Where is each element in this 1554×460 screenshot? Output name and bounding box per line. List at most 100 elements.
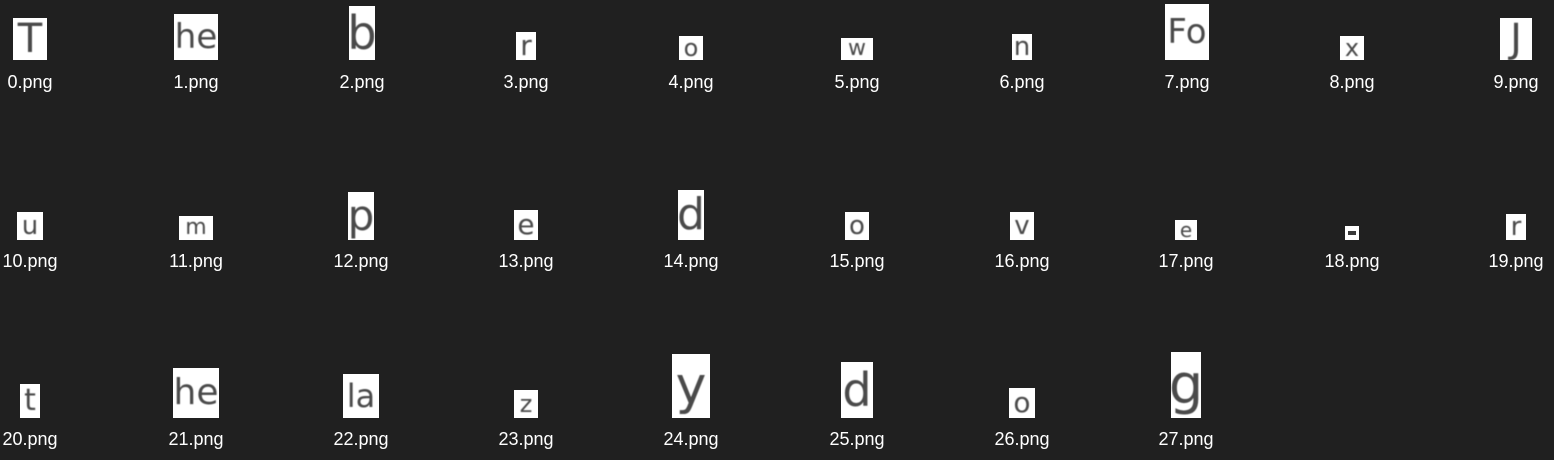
file-name: 0.png bbox=[7, 72, 53, 92]
file-item-11[interactable]: m 11.png bbox=[126, 180, 266, 280]
file-name: 9.png bbox=[1493, 72, 1539, 92]
handwritten-letter: y bbox=[675, 356, 707, 416]
handwritten-letter: e bbox=[517, 210, 535, 240]
image-thumbnail: J bbox=[1500, 18, 1532, 60]
file-name: 6.png bbox=[999, 72, 1045, 92]
file-item-3[interactable]: r 3.png bbox=[456, 0, 596, 100]
file-name: 22.png bbox=[333, 429, 389, 449]
file-item-19[interactable]: r 19.png bbox=[1446, 180, 1554, 280]
image-thumbnail: d bbox=[678, 190, 704, 240]
file-item-26[interactable]: o 26.png bbox=[952, 358, 1092, 458]
handwritten-letter: o bbox=[849, 212, 865, 240]
handwritten-letter: he bbox=[174, 17, 218, 57]
image-thumbnail: T bbox=[13, 18, 47, 60]
file-item-5[interactable]: w 5.png bbox=[787, 0, 927, 100]
handwritten-letter: n bbox=[1013, 34, 1031, 60]
image-thumbnail: y bbox=[672, 354, 710, 418]
file-item-9[interactable]: J 9.png bbox=[1446, 0, 1554, 100]
image-thumbnail: w bbox=[841, 38, 873, 60]
file-name: 23.png bbox=[498, 429, 554, 449]
handwritten-letter: r bbox=[1510, 214, 1522, 240]
image-thumbnail: b bbox=[349, 6, 375, 60]
file-name: 8.png bbox=[1329, 72, 1375, 92]
image-thumbnail: x bbox=[1340, 36, 1364, 60]
image-thumbnail: o bbox=[679, 36, 703, 60]
handwritten-letter: p bbox=[348, 192, 374, 240]
file-item-7[interactable]: Fo 7.png bbox=[1117, 0, 1257, 100]
handwritten-letter: v bbox=[1014, 212, 1030, 240]
file-item-12[interactable]: p 12.png bbox=[291, 180, 431, 280]
file-name: 25.png bbox=[829, 429, 885, 449]
file-item-18[interactable]: 18.png bbox=[1282, 180, 1422, 280]
file-item-13[interactable]: e 13.png bbox=[456, 180, 596, 280]
file-item-21[interactable]: he 21.png bbox=[126, 358, 266, 458]
image-thumbnail: n bbox=[1012, 34, 1032, 60]
file-name: 12.png bbox=[333, 251, 389, 271]
file-name: 15.png bbox=[829, 251, 885, 271]
file-item-0[interactable]: T 0.png bbox=[0, 0, 100, 100]
handwritten-letter: r bbox=[520, 32, 532, 60]
file-name: 14.png bbox=[663, 251, 719, 271]
dash-mark bbox=[1348, 231, 1356, 235]
file-item-6[interactable]: n 6.png bbox=[952, 0, 1092, 100]
file-name: 26.png bbox=[994, 429, 1050, 449]
handwritten-letter: d bbox=[842, 363, 872, 417]
file-name: 2.png bbox=[339, 72, 385, 92]
handwritten-letter: o bbox=[683, 36, 699, 60]
file-item-27[interactable]: g 27.png bbox=[1116, 352, 1256, 458]
handwritten-letter: b bbox=[349, 6, 375, 60]
handwritten-letter: m bbox=[185, 216, 207, 240]
handwritten-letter: e bbox=[1179, 220, 1193, 240]
file-item-16[interactable]: v 16.png bbox=[952, 180, 1092, 280]
image-thumbnail: la bbox=[343, 374, 379, 418]
file-grid-view: T 0.png he 1.png b 2.png r 3.png o 4.png… bbox=[0, 0, 1554, 460]
handwritten-letter: o bbox=[1013, 388, 1031, 418]
handwritten-letter: x bbox=[1344, 36, 1360, 60]
handwritten-letter: t bbox=[24, 384, 36, 418]
file-name: 21.png bbox=[168, 429, 224, 449]
image-thumbnail: he bbox=[173, 368, 219, 418]
file-name: 13.png bbox=[498, 251, 554, 271]
image-thumbnail: t bbox=[20, 384, 40, 418]
file-item-4[interactable]: o 4.png bbox=[621, 0, 761, 100]
file-item-22[interactable]: la 22.png bbox=[291, 358, 431, 458]
file-item-24[interactable]: y 24.png bbox=[621, 354, 761, 458]
file-item-17[interactable]: e 17.png bbox=[1116, 180, 1256, 280]
file-item-14[interactable]: d 14.png bbox=[621, 180, 761, 280]
file-name: 19.png bbox=[1488, 251, 1544, 271]
file-name: 10.png bbox=[2, 251, 58, 271]
handwritten-letter: g bbox=[1171, 353, 1201, 416]
image-thumbnail: g bbox=[1171, 352, 1201, 418]
image-thumbnail: p bbox=[348, 192, 374, 240]
image-thumbnail: v bbox=[1010, 212, 1034, 240]
file-name: 1.png bbox=[173, 72, 219, 92]
file-item-20[interactable]: t 20.png bbox=[0, 358, 100, 458]
handwritten-letter: d bbox=[678, 190, 704, 240]
file-item-1[interactable]: he 1.png bbox=[126, 0, 266, 100]
file-name: 27.png bbox=[1158, 429, 1214, 449]
image-thumbnail: m bbox=[179, 216, 213, 240]
file-name: 16.png bbox=[994, 251, 1050, 271]
file-item-2[interactable]: b 2.png bbox=[292, 0, 432, 100]
file-name: 18.png bbox=[1324, 251, 1380, 271]
file-name: 7.png bbox=[1164, 72, 1210, 92]
image-thumbnail: u bbox=[17, 212, 43, 240]
file-name: 17.png bbox=[1158, 251, 1214, 271]
image-thumbnail: r bbox=[516, 32, 536, 60]
file-item-23[interactable]: z 23.png bbox=[456, 358, 596, 458]
handwritten-letter: w bbox=[848, 38, 866, 60]
image-thumbnail: he bbox=[174, 14, 218, 60]
image-thumbnail: z bbox=[514, 390, 538, 418]
handwritten-letter: Fo bbox=[1167, 12, 1207, 52]
handwritten-letter: u bbox=[21, 212, 39, 240]
image-thumbnail: Fo bbox=[1165, 4, 1209, 60]
handwritten-letter: he bbox=[173, 372, 219, 413]
file-item-15[interactable]: o 15.png bbox=[787, 180, 927, 280]
file-item-8[interactable]: x 8.png bbox=[1282, 0, 1422, 100]
file-item-10[interactable]: u 10.png bbox=[0, 180, 100, 280]
file-name: 4.png bbox=[668, 72, 714, 92]
handwritten-letter: z bbox=[519, 390, 533, 418]
image-thumbnail: e bbox=[1175, 220, 1197, 240]
handwritten-letter: T bbox=[17, 18, 43, 60]
file-item-25[interactable]: d 25.png bbox=[787, 358, 927, 458]
